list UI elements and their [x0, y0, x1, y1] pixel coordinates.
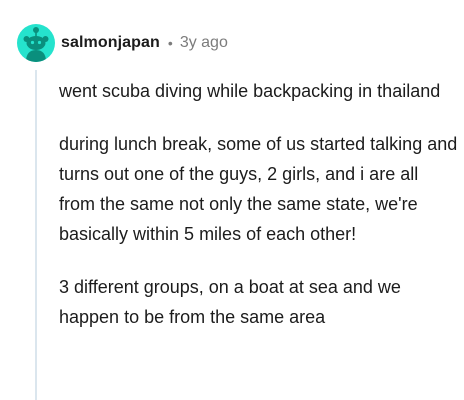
separator-dot: •: [167, 35, 173, 51]
comment: salmonjapan • 3y ago went scuba diving w…: [0, 0, 464, 400]
thread-line[interactable]: [35, 70, 37, 400]
username-link[interactable]: salmonjapan: [61, 34, 160, 52]
timestamp[interactable]: 3y ago: [180, 34, 228, 52]
avatar[interactable]: [17, 24, 55, 62]
comment-paragraph: went scuba diving while backpacking in t…: [59, 81, 441, 101]
comment-paragraph: during lunch break, some of us started t…: [59, 134, 458, 244]
comment-paragraph: 3 different groups, on a boat at sea and…: [59, 277, 401, 327]
comment-header: salmonjapan • 3y ago: [17, 24, 228, 62]
comment-body: went scuba diving while backpacking in t…: [59, 76, 459, 355]
reddit-snoo-avatar-icon: [23, 27, 49, 62]
